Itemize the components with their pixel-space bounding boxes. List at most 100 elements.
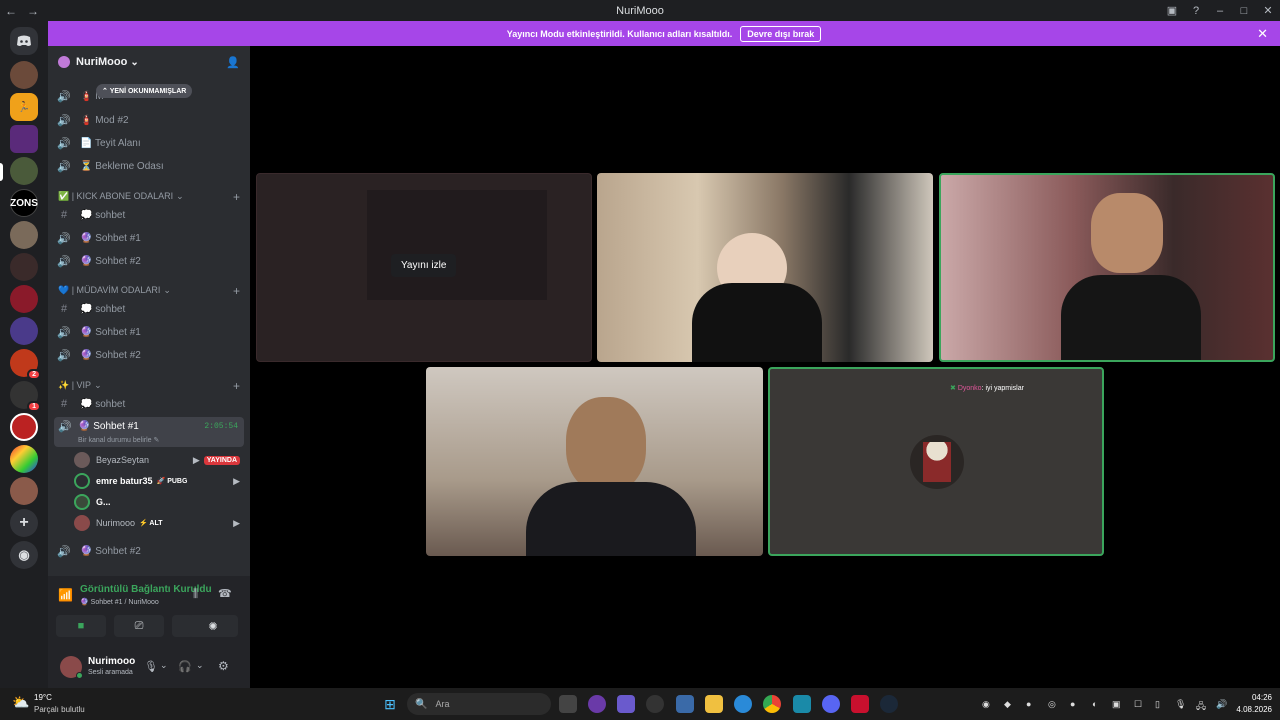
- file-explorer-icon[interactable]: [705, 695, 723, 713]
- channel-item[interactable]: # 💭 sohbet: [56, 205, 242, 225]
- channel-item[interactable]: 🔊 ⏳ Bekleme Odası: [56, 156, 242, 176]
- server-avatar-icon[interactable]: [10, 253, 38, 281]
- speaking-video-tile[interactable]: [939, 173, 1275, 362]
- weather-icon[interactable]: ⛅: [12, 694, 29, 711]
- category-header[interactable]: 💙 | MÜDAVİM ODALARI ⌄ +: [58, 284, 242, 298]
- channel-item[interactable]: 🔊 🔮 Sohbet #2: [56, 251, 242, 271]
- discord-home-icon[interactable]: [10, 27, 38, 55]
- runner-server-icon[interactable]: 🏃: [10, 93, 38, 121]
- microphone-icon[interactable]: 🎙: [1175, 699, 1186, 710]
- server-avatar-icon[interactable]: [10, 221, 38, 249]
- voice-member[interactable]: emre batur35 🚀 PUBG ▶: [74, 471, 240, 491]
- disable-streamer-mode-button[interactable]: Devre dışı bırak: [740, 25, 822, 42]
- connection-status[interactable]: Görüntülü Bağlantı Kuruldu: [80, 584, 212, 595]
- tray-icon[interactable]: ●: [1070, 699, 1075, 709]
- noise-suppression-icon[interactable]: ⫼: [193, 588, 198, 601]
- edge-browser-icon[interactable]: [734, 695, 752, 713]
- app-icon[interactable]: [646, 695, 664, 713]
- app-icon[interactable]: [676, 695, 694, 713]
- inbox-icon[interactable]: ▣: [1160, 4, 1184, 17]
- microphone-icon[interactable]: 🎙: [144, 660, 158, 673]
- tray-icon[interactable]: ▣: [1112, 699, 1121, 710]
- clock-time[interactable]: 04:26: [1238, 693, 1272, 702]
- taskbar-search[interactable]: 🔍 Ara: [407, 693, 551, 715]
- tray-icon[interactable]: ☐: [1134, 699, 1142, 710]
- new-unreads-pill[interactable]: ⌃ YENİ OKUNMAMIŞLAR: [96, 84, 193, 98]
- weather-desc[interactable]: Parçalı bulutlu: [34, 705, 85, 714]
- task-view-icon[interactable]: [559, 695, 577, 713]
- soundboard-button[interactable]: ✺: [188, 615, 238, 637]
- clock-date[interactable]: 4.08.2026: [1226, 705, 1272, 714]
- weather-temp[interactable]: 19°C: [34, 693, 52, 702]
- category-header[interactable]: ✅ | KICK ABONE ODALARI ⌄ +: [58, 190, 242, 204]
- camera-toggle-button[interactable]: ■: [56, 615, 106, 637]
- server-avatar-icon[interactable]: [10, 477, 38, 505]
- server-avatar-icon[interactable]: [10, 317, 38, 345]
- channel-status-prompt[interactable]: Bir kanal durumu belirle ✎: [78, 436, 159, 444]
- headphones-icon[interactable]: 🎧: [178, 660, 192, 673]
- watch-stream-button[interactable]: Yayını izle: [391, 254, 457, 277]
- server-avatar-icon[interactable]: [10, 285, 38, 313]
- channel-item[interactable]: 🔊 🔮 Sohbet #1: [56, 322, 242, 342]
- channel-item[interactable]: # 💭 sohbet: [56, 394, 242, 414]
- server-avatar-icon[interactable]: 2: [10, 349, 41, 380]
- steam-icon[interactable]: [880, 695, 898, 713]
- voice-member[interactable]: BeyazSeytan ▶ YAYINDA: [74, 450, 240, 470]
- tray-icon[interactable]: ◉: [982, 699, 990, 710]
- tray-icon[interactable]: ▯: [1155, 699, 1160, 710]
- channel-item[interactable]: 🔊 🔮 Sohbet #2: [56, 345, 242, 365]
- tray-icon[interactable]: ◆: [1004, 699, 1011, 710]
- discover-compass-icon[interactable]: ◉: [10, 541, 38, 569]
- video-tile[interactable]: [426, 367, 763, 556]
- server-avatar-icon[interactable]: [10, 413, 38, 441]
- back-arrow-icon[interactable]: ←: [0, 4, 22, 18]
- server-avatar-icon[interactable]: ZONS: [10, 189, 38, 217]
- app-icon[interactable]: [588, 695, 606, 713]
- server-header[interactable]: NuriMooo ⌄ 👤: [48, 46, 250, 78]
- add-server-icon[interactable]: +: [10, 509, 38, 537]
- create-channel-icon[interactable]: +: [233, 379, 240, 393]
- add-member-icon[interactable]: 👤: [226, 56, 240, 69]
- connection-location[interactable]: 🔮 Sohbet #1 / NuriMooo: [80, 598, 159, 606]
- close-window-button[interactable]: ✕: [1256, 4, 1280, 17]
- channel-item[interactable]: 🔊 🧯 Mod #2: [56, 110, 242, 130]
- create-channel-icon[interactable]: +: [233, 190, 240, 204]
- username[interactable]: Nurimooo: [88, 656, 135, 667]
- chrome-icon[interactable]: [763, 695, 781, 713]
- channel-item[interactable]: 🔊 🔮 Sohbet #1: [56, 228, 242, 248]
- minimize-button[interactable]: –: [1208, 5, 1232, 17]
- server-avatar-icon[interactable]: [10, 445, 38, 473]
- channel-item[interactable]: # 💭 sohbet: [56, 299, 242, 319]
- tray-icon[interactable]: ●: [1026, 699, 1031, 709]
- help-icon[interactable]: ?: [1184, 5, 1208, 17]
- app-icon[interactable]: [793, 695, 811, 713]
- tray-icon[interactable]: ◎: [1048, 699, 1056, 710]
- active-server-icon[interactable]: [10, 157, 38, 185]
- chevron-down-icon[interactable]: ⌄: [160, 660, 168, 671]
- discord-taskbar-icon[interactable]: [822, 695, 840, 713]
- server-avatar-icon[interactable]: 1: [10, 381, 41, 412]
- steam-tray-icon[interactable]: ◐: [1092, 699, 1097, 709]
- channel-item[interactable]: 🔊 📄 Teyit Alanı: [56, 133, 242, 153]
- chevron-down-icon[interactable]: ⌄: [196, 660, 204, 671]
- video-tile[interactable]: [597, 173, 933, 362]
- gear-icon[interactable]: ⚙: [218, 659, 229, 673]
- category-header[interactable]: ✨ | VIP ⌄ +: [58, 379, 242, 393]
- maximize-button[interactable]: □: [1232, 5, 1256, 17]
- active-voice-channel[interactable]: 🔊 🔮 Sohbet #1 2:05:54 Bir kanal durumu b…: [54, 417, 244, 447]
- voice-member[interactable]: Nurimooo ⚡ ALT ▶: [74, 513, 240, 533]
- screen-share-button[interactable]: ⎚: [114, 615, 164, 637]
- channel-item[interactable]: 🔊 🔮 Sohbet #2: [56, 541, 242, 561]
- create-channel-icon[interactable]: +: [233, 284, 240, 298]
- app-icon[interactable]: [851, 695, 869, 713]
- stream-preview-tile[interactable]: Yayını izle: [256, 173, 592, 362]
- speaking-avatar-tile[interactable]: ✖ Dyonko: iyi yapmislar: [768, 367, 1104, 556]
- voice-member[interactable]: G...: [74, 492, 240, 512]
- close-icon[interactable]: ✕: [1257, 26, 1268, 42]
- server-avatar-icon[interactable]: [10, 61, 38, 89]
- network-icon[interactable]: 🖧: [1196, 699, 1206, 715]
- server-avatar-icon[interactable]: [10, 125, 38, 153]
- windows-start-icon[interactable]: ⊞: [381, 695, 399, 713]
- forward-arrow-icon[interactable]: →: [22, 4, 44, 18]
- app-icon[interactable]: [617, 695, 635, 713]
